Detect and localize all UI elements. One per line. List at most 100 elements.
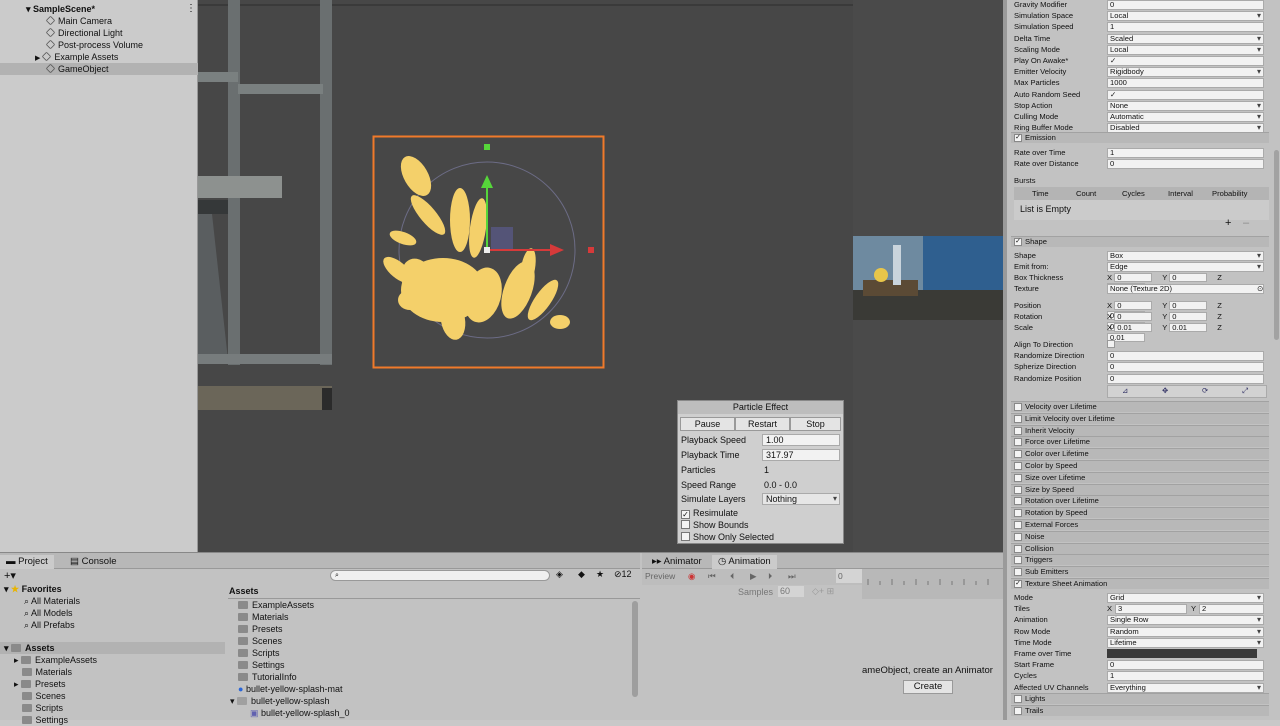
- last-key-icon[interactable]: ⏭: [788, 569, 796, 583]
- tab-animation[interactable]: ◷ Animation: [712, 555, 777, 569]
- checkbox-icon[interactable]: [1014, 497, 1022, 506]
- module-4[interactable]: Color over Lifetime: [1011, 448, 1269, 460]
- tree-folder[interactable]: ▸ ExampleAssets: [14, 654, 97, 666]
- samples-field[interactable]: 60: [778, 586, 804, 597]
- checkbox-checked-icon[interactable]: ✓: [1014, 238, 1022, 246]
- checkbox-icon[interactable]: [1014, 568, 1022, 577]
- hierarchy-item[interactable]: Main Camera: [0, 15, 198, 27]
- scale-vector[interactable]: X 0.01 Y 0.01 Z 0.01: [1107, 323, 1267, 343]
- rotate-tool-icon[interactable]: ⟳: [1202, 385, 1208, 396]
- scale-tool-icon[interactable]: ⤢: [1242, 385, 1248, 396]
- module-1[interactable]: Limit Velocity over Lifetime: [1011, 412, 1269, 424]
- tsa-prop-field[interactable]: 1: [1107, 671, 1264, 682]
- shape-edit-icon[interactable]: ⊿: [1122, 385, 1128, 396]
- asset-item[interactable]: ▾ bullet-yellow-splash: [230, 695, 330, 707]
- module-7[interactable]: Size by Speed: [1011, 483, 1269, 495]
- add-keyframe-icon[interactable]: ◇+ ⊞: [812, 586, 834, 597]
- move-tool-icon[interactable]: ✥: [1162, 385, 1168, 396]
- main-prop-field[interactable]: 1: [1107, 22, 1264, 33]
- first-key-icon[interactable]: ⏮: [708, 569, 716, 583]
- axis-x-field[interactable]: 0: [1114, 301, 1153, 310]
- create-button[interactable]: Create: [903, 680, 953, 694]
- checkbox-icon[interactable]: [1014, 532, 1022, 541]
- rate-over-distance-field[interactable]: 0: [1107, 159, 1264, 169]
- main-prop-dropdown[interactable]: Rigidbody: [1107, 67, 1264, 78]
- tree-folder[interactable]: Settings: [14, 714, 68, 726]
- axis-y-field[interactable]: 0.01: [1169, 323, 1208, 332]
- asset-item[interactable]: ● bullet-yellow-splash-mat: [238, 683, 342, 695]
- assets-scrollbar[interactable]: [632, 601, 638, 697]
- tree-folder[interactable]: ▸ Presets: [14, 678, 66, 690]
- restart-button[interactable]: Restart: [735, 417, 790, 431]
- asset-item[interactable]: ▣ bullet-yellow-splash_0: [250, 707, 350, 719]
- show-only-selected-toggle[interactable]: Show Only Selected: [681, 531, 774, 544]
- tree-folder[interactable]: Materials: [14, 666, 72, 678]
- preview-button[interactable]: Preview: [645, 569, 675, 583]
- timeline-ruler[interactable]: [862, 569, 1003, 599]
- emit-from-dropdown[interactable]: Edge: [1107, 262, 1264, 272]
- favorite-star-icon[interactable]: ★: [596, 569, 604, 580]
- main-prop-field[interactable]: ✓: [1107, 89, 1264, 100]
- scene-view[interactable]: Particle Effect Pause Restart Stop Playb…: [198, 0, 853, 552]
- hierarchy-item[interactable]: Post-process Volume: [0, 39, 198, 51]
- tab-project[interactable]: ▬ Project: [0, 555, 54, 569]
- main-prop-field[interactable]: ✓: [1107, 56, 1264, 66]
- favorites-header[interactable]: ▾ ★ Favorites: [4, 583, 62, 595]
- tsa-prop-dropdown[interactable]: Single Row: [1107, 615, 1264, 626]
- checkbox-icon[interactable]: [1014, 450, 1022, 459]
- main-prop-dropdown[interactable]: Local: [1107, 44, 1264, 55]
- filter-label-icon[interactable]: ◆: [578, 569, 585, 580]
- checkbox-icon[interactable]: [1014, 556, 1022, 565]
- simulate-layers-dropdown[interactable]: Nothing: [762, 493, 840, 505]
- module-0[interactable]: Velocity over Lifetime: [1011, 401, 1269, 412]
- checkbox-icon[interactable]: [1014, 485, 1022, 494]
- module-5[interactable]: Color by Speed: [1011, 460, 1269, 471]
- checkbox-icon[interactable]: [1014, 707, 1022, 715]
- favorite-item[interactable]: ⌕ All Materials: [24, 595, 80, 607]
- axis-y-field[interactable]: 0: [1169, 301, 1208, 310]
- pause-button[interactable]: Pause: [680, 417, 735, 431]
- module-13[interactable]: Triggers: [1011, 554, 1269, 566]
- hierarchy-item-selected[interactable]: GameObject: [0, 63, 198, 75]
- frame-over-time-curve[interactable]: [1107, 649, 1257, 658]
- tiles-x-field[interactable]: 3: [1115, 604, 1187, 615]
- asset-item[interactable]: Scenes: [238, 635, 282, 647]
- align-to-direction-checkbox[interactable]: [1107, 340, 1115, 348]
- shape-type-dropdown[interactable]: Box: [1107, 251, 1264, 261]
- checkbox-icon[interactable]: [1014, 403, 1022, 411]
- tree-folder[interactable]: Scenes: [14, 690, 66, 702]
- tab-animator[interactable]: ▸▸ Animator: [646, 555, 708, 569]
- frame-field[interactable]: 0: [836, 569, 862, 583]
- next-key-icon[interactable]: ⏵: [768, 569, 772, 583]
- module-3[interactable]: Force over Lifetime: [1011, 436, 1269, 448]
- checkbox-icon[interactable]: [1014, 509, 1022, 518]
- asset-item[interactable]: Settings: [238, 659, 285, 671]
- scene-menu-icon[interactable]: ⋮: [186, 3, 196, 14]
- tab-console[interactable]: ▤ Console: [64, 555, 122, 569]
- favorite-item[interactable]: ⌕ All Prefabs: [24, 619, 75, 631]
- module-12[interactable]: Collision: [1011, 542, 1269, 554]
- module-emission[interactable]: ✓ Emission: [1011, 132, 1269, 143]
- checkbox-checked-icon[interactable]: ✓: [1014, 580, 1022, 588]
- asset-item[interactable]: Presets: [238, 623, 283, 635]
- randomize-prop-field[interactable]: 0: [1107, 351, 1264, 361]
- main-prop-dropdown[interactable]: Local: [1107, 11, 1264, 22]
- remove-burst-icon[interactable]: –: [1243, 218, 1249, 229]
- module-9[interactable]: Rotation by Speed: [1011, 507, 1269, 519]
- tiles-y-field[interactable]: 2: [1199, 604, 1264, 615]
- asset-item[interactable]: ExampleAssets: [238, 599, 314, 611]
- hierarchy-item[interactable]: Directional Light: [0, 27, 198, 39]
- module-11[interactable]: Noise: [1011, 530, 1269, 542]
- stop-button[interactable]: Stop: [790, 417, 841, 431]
- prev-key-icon[interactable]: ⏴: [730, 569, 734, 583]
- tsa-prop-dropdown[interactable]: Everything: [1107, 682, 1264, 693]
- add-burst-icon[interactable]: +: [1225, 218, 1231, 229]
- main-prop-dropdown[interactable]: None: [1107, 100, 1264, 111]
- playback-speed-field[interactable]: 1.00: [762, 434, 840, 446]
- assets-breadcrumb[interactable]: Assets: [229, 585, 259, 597]
- axis-y-field[interactable]: 0: [1169, 273, 1208, 282]
- axis-x-field[interactable]: 0.01: [1114, 323, 1153, 332]
- axis-y-field[interactable]: 0: [1169, 312, 1208, 321]
- hidden-packages-count[interactable]: ⊘12: [614, 569, 632, 580]
- checkbox-icon[interactable]: [1014, 695, 1022, 703]
